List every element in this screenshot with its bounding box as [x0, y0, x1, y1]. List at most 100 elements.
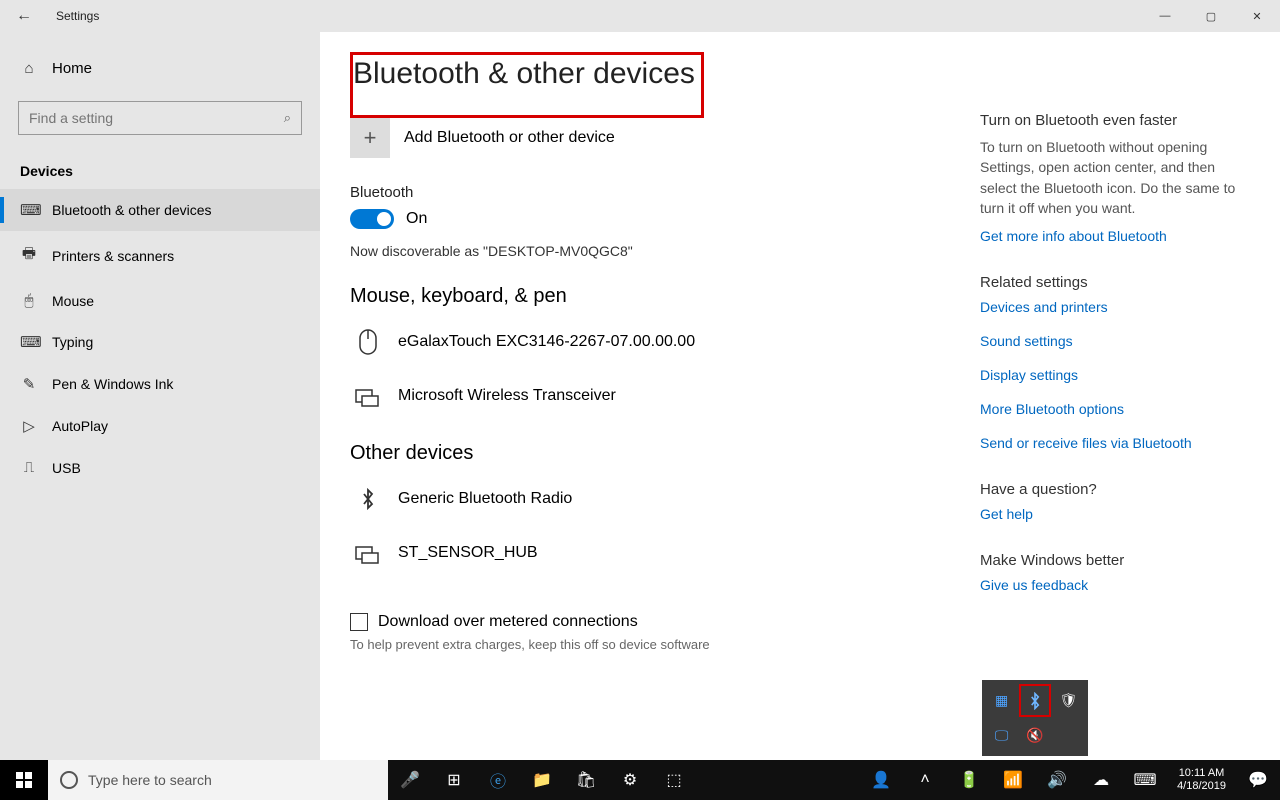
metered-checkbox[interactable]: [350, 613, 368, 631]
tip-title: Turn on Bluetooth even faster: [980, 112, 1250, 129]
tip-body: To turn on Bluetooth without opening Set…: [980, 137, 1250, 218]
bluetooth-icon: [354, 485, 382, 513]
battery-icon[interactable]: 🔋: [947, 760, 991, 800]
taskbar-search[interactable]: Type here to search: [48, 760, 388, 800]
nav-item-label: Pen & Windows Ink: [52, 376, 173, 392]
link-get-help[interactable]: Get help: [980, 506, 1250, 522]
nav-item-label: Mouse: [52, 293, 94, 309]
group-mouse-keyboard: Mouse, keyboard, & pen: [350, 285, 980, 308]
nav-home-label: Home: [52, 60, 92, 77]
link-more-bluetooth-options[interactable]: More Bluetooth options: [980, 401, 1250, 417]
link-sound-settings[interactable]: Sound settings: [980, 333, 1250, 349]
onedrive-icon[interactable]: ☁: [1079, 760, 1123, 800]
related-title: Related settings: [980, 274, 1250, 291]
link-more-bluetooth-info[interactable]: Get more info about Bluetooth: [980, 228, 1250, 244]
mic-icon[interactable]: 🎤: [388, 760, 432, 800]
group-other-devices: Other devices: [350, 442, 980, 465]
volume-icon[interactable]: 🔊: [1035, 760, 1079, 800]
nav-mouse[interactable]: 🖱 Mouse: [0, 280, 320, 321]
device-label: Microsoft Wireless Transceiver: [398, 387, 616, 405]
highlight-box: Bluetooth & other devices: [350, 52, 704, 118]
nav-item-label: Printers & scanners: [52, 248, 174, 264]
discoverable-text: Now discoverable as "DESKTOP-MV0QGC8": [350, 243, 980, 259]
tray-display-icon[interactable]: 🖵: [986, 719, 1017, 752]
link-send-receive-bluetooth[interactable]: Send or receive files via Bluetooth: [980, 435, 1250, 451]
metered-help: To help prevent extra charges, keep this…: [350, 637, 980, 652]
metered-row[interactable]: Download over metered connections: [350, 613, 980, 631]
mouse-icon: [354, 328, 382, 356]
bluetooth-state: On: [406, 210, 427, 228]
nav-item-label: Typing: [52, 334, 93, 350]
store-icon[interactable]: 🛍: [564, 760, 608, 800]
device-egalaxtouch[interactable]: eGalaxTouch EXC3146-2267-07.00.00.00: [350, 320, 980, 374]
back-button[interactable]: ←: [0, 7, 48, 25]
file-explorer-icon[interactable]: 📁: [520, 760, 564, 800]
settings-app-icon[interactable]: ⚙: [608, 760, 652, 800]
sidebar: ⌂ Home ⌕ Devices ⌨ Bluetooth & other dev…: [0, 32, 320, 760]
nav-home[interactable]: ⌂ Home: [0, 50, 320, 87]
input-icon[interactable]: ⌨: [1123, 760, 1167, 800]
link-devices-printers[interactable]: Devices and printers: [980, 299, 1250, 315]
nav-item-label: Bluetooth & other devices: [52, 202, 212, 218]
device-bluetooth-radio[interactable]: Generic Bluetooth Radio: [350, 477, 980, 531]
edge-icon[interactable]: ⓔ: [476, 760, 520, 800]
start-button[interactable]: [0, 760, 48, 800]
nav-item-label: USB: [52, 460, 81, 476]
device-label: Generic Bluetooth Radio: [398, 490, 572, 508]
add-device-button[interactable]: + Add Bluetooth or other device: [350, 118, 980, 158]
nav-bluetooth-devices[interactable]: ⌨ Bluetooth & other devices: [0, 189, 320, 231]
home-icon: ⌂: [20, 60, 38, 77]
autoplay-icon: ▷: [20, 417, 38, 435]
device-sensor-hub[interactable]: ST_SENSOR_HUB: [350, 531, 980, 585]
wifi-icon[interactable]: 📶: [991, 760, 1035, 800]
pen-icon: ✎: [20, 375, 38, 393]
bluetooth-heading: Bluetooth: [350, 184, 980, 201]
link-display-settings[interactable]: Display settings: [980, 367, 1250, 383]
add-device-label: Add Bluetooth or other device: [404, 129, 615, 147]
device-label: eGalaxTouch EXC3146-2267-07.00.00.00: [398, 333, 695, 351]
tray-bluetooth-icon[interactable]: [1019, 684, 1050, 717]
search-input[interactable]: [29, 110, 284, 126]
window-title: Settings: [48, 9, 99, 23]
tray-security-icon[interactable]: 🛡: [1053, 684, 1084, 717]
plus-icon: +: [350, 118, 390, 158]
transceiver-icon: [354, 382, 382, 410]
metered-label: Download over metered connections: [378, 613, 638, 631]
clock-date: 4/18/2019: [1177, 780, 1226, 793]
usb-icon: ⎍: [20, 459, 38, 476]
close-button[interactable]: ✕: [1234, 0, 1280, 32]
nav-typing[interactable]: ⌨ Typing: [0, 321, 320, 363]
cortana-icon: [60, 771, 78, 789]
nav-item-label: AutoPlay: [52, 418, 108, 434]
link-give-feedback[interactable]: Give us feedback: [980, 577, 1250, 593]
search-icon: ⌕: [284, 110, 291, 126]
clock[interactable]: 10:11 AM 4/18/2019: [1167, 767, 1236, 793]
tray-graphics-icon[interactable]: ▦: [986, 684, 1017, 717]
taskbar-search-placeholder: Type here to search: [88, 772, 212, 788]
minimize-button[interactable]: —: [1142, 0, 1188, 32]
taskbar: Type here to search 🎤 ⊞ ⓔ 📁 🛍 ⚙ ⬚ 👤 ˄ 🔋 …: [0, 760, 1280, 800]
tray-volume-icon[interactable]: 🔇: [1019, 719, 1050, 752]
titlebar: ← Settings — ▢ ✕: [0, 0, 1280, 32]
keyboard-icon: ⌨: [20, 201, 38, 219]
device-label: ST_SENSOR_HUB: [398, 544, 538, 562]
keyboard-icon: ⌨: [20, 333, 38, 351]
search-box[interactable]: ⌕: [18, 101, 302, 135]
nav-autoplay[interactable]: ▷ AutoPlay: [0, 405, 320, 447]
transceiver-icon: [354, 539, 382, 567]
mouse-icon: 🖱: [20, 292, 38, 309]
bluetooth-toggle[interactable]: [350, 209, 394, 229]
nav-usb[interactable]: ⎍ USB: [0, 447, 320, 488]
nav-pen-ink[interactable]: ✎ Pen & Windows Ink: [0, 363, 320, 405]
nav-printers-scanners[interactable]: 🖶 Printers & scanners: [0, 231, 320, 280]
page-title: Bluetooth & other devices: [353, 57, 695, 91]
action-center-icon[interactable]: 💬: [1236, 760, 1280, 800]
tray-popup: ▦ 🛡 🖵 🔇: [982, 680, 1088, 756]
tray-chevron-icon[interactable]: ˄: [903, 760, 947, 800]
people-icon[interactable]: 👤: [859, 760, 903, 800]
task-view-icon[interactable]: ⊞: [432, 760, 476, 800]
right-column: Turn on Bluetooth even faster To turn on…: [980, 52, 1250, 760]
maximize-button[interactable]: ▢: [1188, 0, 1234, 32]
app-icon[interactable]: ⬚: [652, 760, 696, 800]
device-wireless-transceiver[interactable]: Microsoft Wireless Transceiver: [350, 374, 980, 428]
